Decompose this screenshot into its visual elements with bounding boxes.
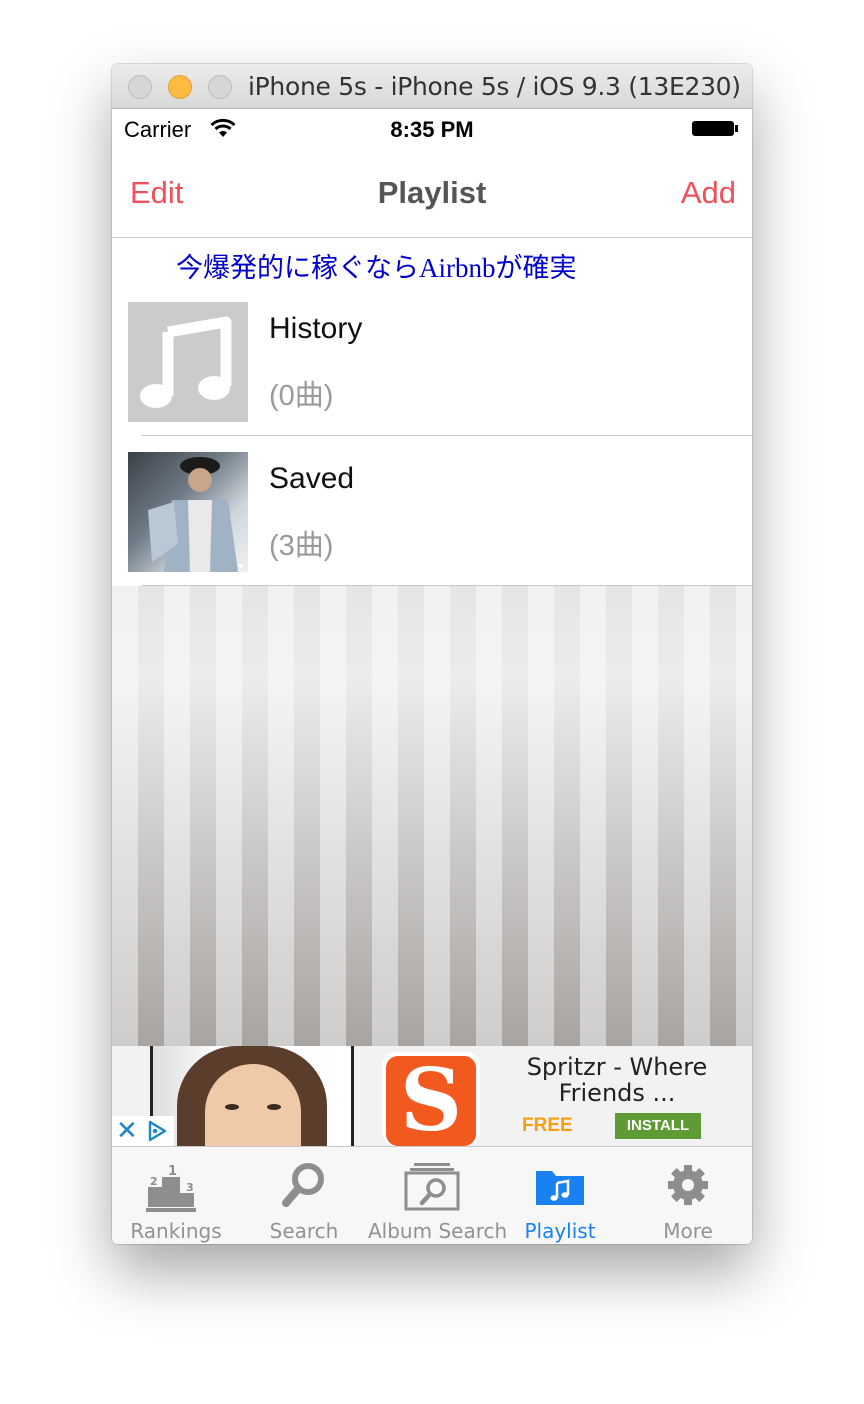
status-time: 8:35 PM (390, 117, 474, 142)
tab-label: Rankings (130, 1219, 222, 1243)
tab-playlist[interactable]: Playlist (496, 1147, 624, 1244)
ad-photo-eye (267, 1104, 281, 1110)
playlist-count: (3曲) (269, 530, 334, 562)
tab-search[interactable]: Search (240, 1147, 368, 1244)
ad-app-name[interactable]: Spritzr - Where Friends ... (507, 1054, 727, 1106)
ad-photo (150, 1046, 354, 1146)
playlist-row-history[interactable]: History (0曲) (112, 286, 752, 436)
gear-icon (668, 1165, 708, 1205)
album-search-icon (404, 1163, 460, 1211)
empty-table-background (112, 586, 752, 1046)
playlist-row-saved[interactable]: Saved (3曲) (112, 436, 752, 586)
tab-rankings[interactable]: 1 2 3 Rankings (112, 1147, 240, 1244)
ad-install-button[interactable]: INSTALL (615, 1113, 701, 1139)
playlist-count: (0曲) (269, 380, 334, 412)
tab-label: Playlist (524, 1219, 596, 1243)
close-window-button[interactable] (128, 75, 152, 99)
ad-photo-eye (225, 1104, 239, 1110)
tab-label: Album Search (368, 1219, 508, 1243)
ad-choices[interactable]: ✕ (112, 1116, 174, 1146)
playlist-name: Saved (269, 462, 355, 495)
add-button[interactable]: Add (681, 175, 736, 211)
svg-text:3: 3 (186, 1181, 194, 1194)
minimize-window-button[interactable] (168, 75, 192, 99)
page-title: Playlist (377, 175, 487, 210)
music-note-icon (128, 302, 248, 422)
rankings-podium-icon: 1 2 3 (146, 1164, 196, 1212)
promo-link[interactable]: 今爆発的に稼ぐならAirbnbが確実 (176, 246, 577, 285)
tab-label: More (663, 1219, 713, 1243)
simulator-window: iPhone 5s - iPhone 5s / iOS 9.3 (13E230)… (112, 64, 752, 1244)
magnifier-icon (282, 1163, 324, 1207)
ad-choices-icon[interactable] (146, 1120, 168, 1142)
ad-close-icon[interactable]: ✕ (116, 1116, 138, 1146)
svg-text:1: 1 (168, 1164, 177, 1179)
navigation-bar: Edit Playlist Add (112, 149, 752, 238)
ad-logo-letter: S (386, 1056, 476, 1146)
battery-icon (692, 121, 734, 136)
svg-text:2: 2 (150, 1175, 158, 1188)
zoom-window-button[interactable] (208, 75, 232, 99)
window-title: iPhone 5s - iPhone 5s / iOS 9.3 (13E230) (248, 72, 741, 101)
ad-banner[interactable]: S Spritzr - Where Friends ... FREE INSTA… (112, 1046, 752, 1146)
playlist-name: History (269, 312, 363, 345)
battery-tip (735, 125, 738, 132)
tab-bar: 1 2 3 Rankings Search Album Search Playl… (112, 1146, 752, 1244)
album-photo (128, 452, 248, 572)
device-screen: Carrier 8:35 PM Edit Playlist Add 今爆発的に稼… (112, 109, 752, 1244)
ad-app-logo[interactable]: S (382, 1052, 480, 1146)
tab-label: Search (269, 1219, 339, 1243)
window-titlebar[interactable]: iPhone 5s - iPhone 5s / iOS 9.3 (13E230) (112, 64, 752, 109)
status-bar: Carrier 8:35 PM (112, 109, 752, 149)
playlist-folder-icon (536, 1171, 584, 1205)
tab-more[interactable]: More (624, 1147, 752, 1244)
tab-album-search[interactable]: Album Search (368, 1147, 508, 1244)
ad-price: FREE (522, 1115, 573, 1136)
